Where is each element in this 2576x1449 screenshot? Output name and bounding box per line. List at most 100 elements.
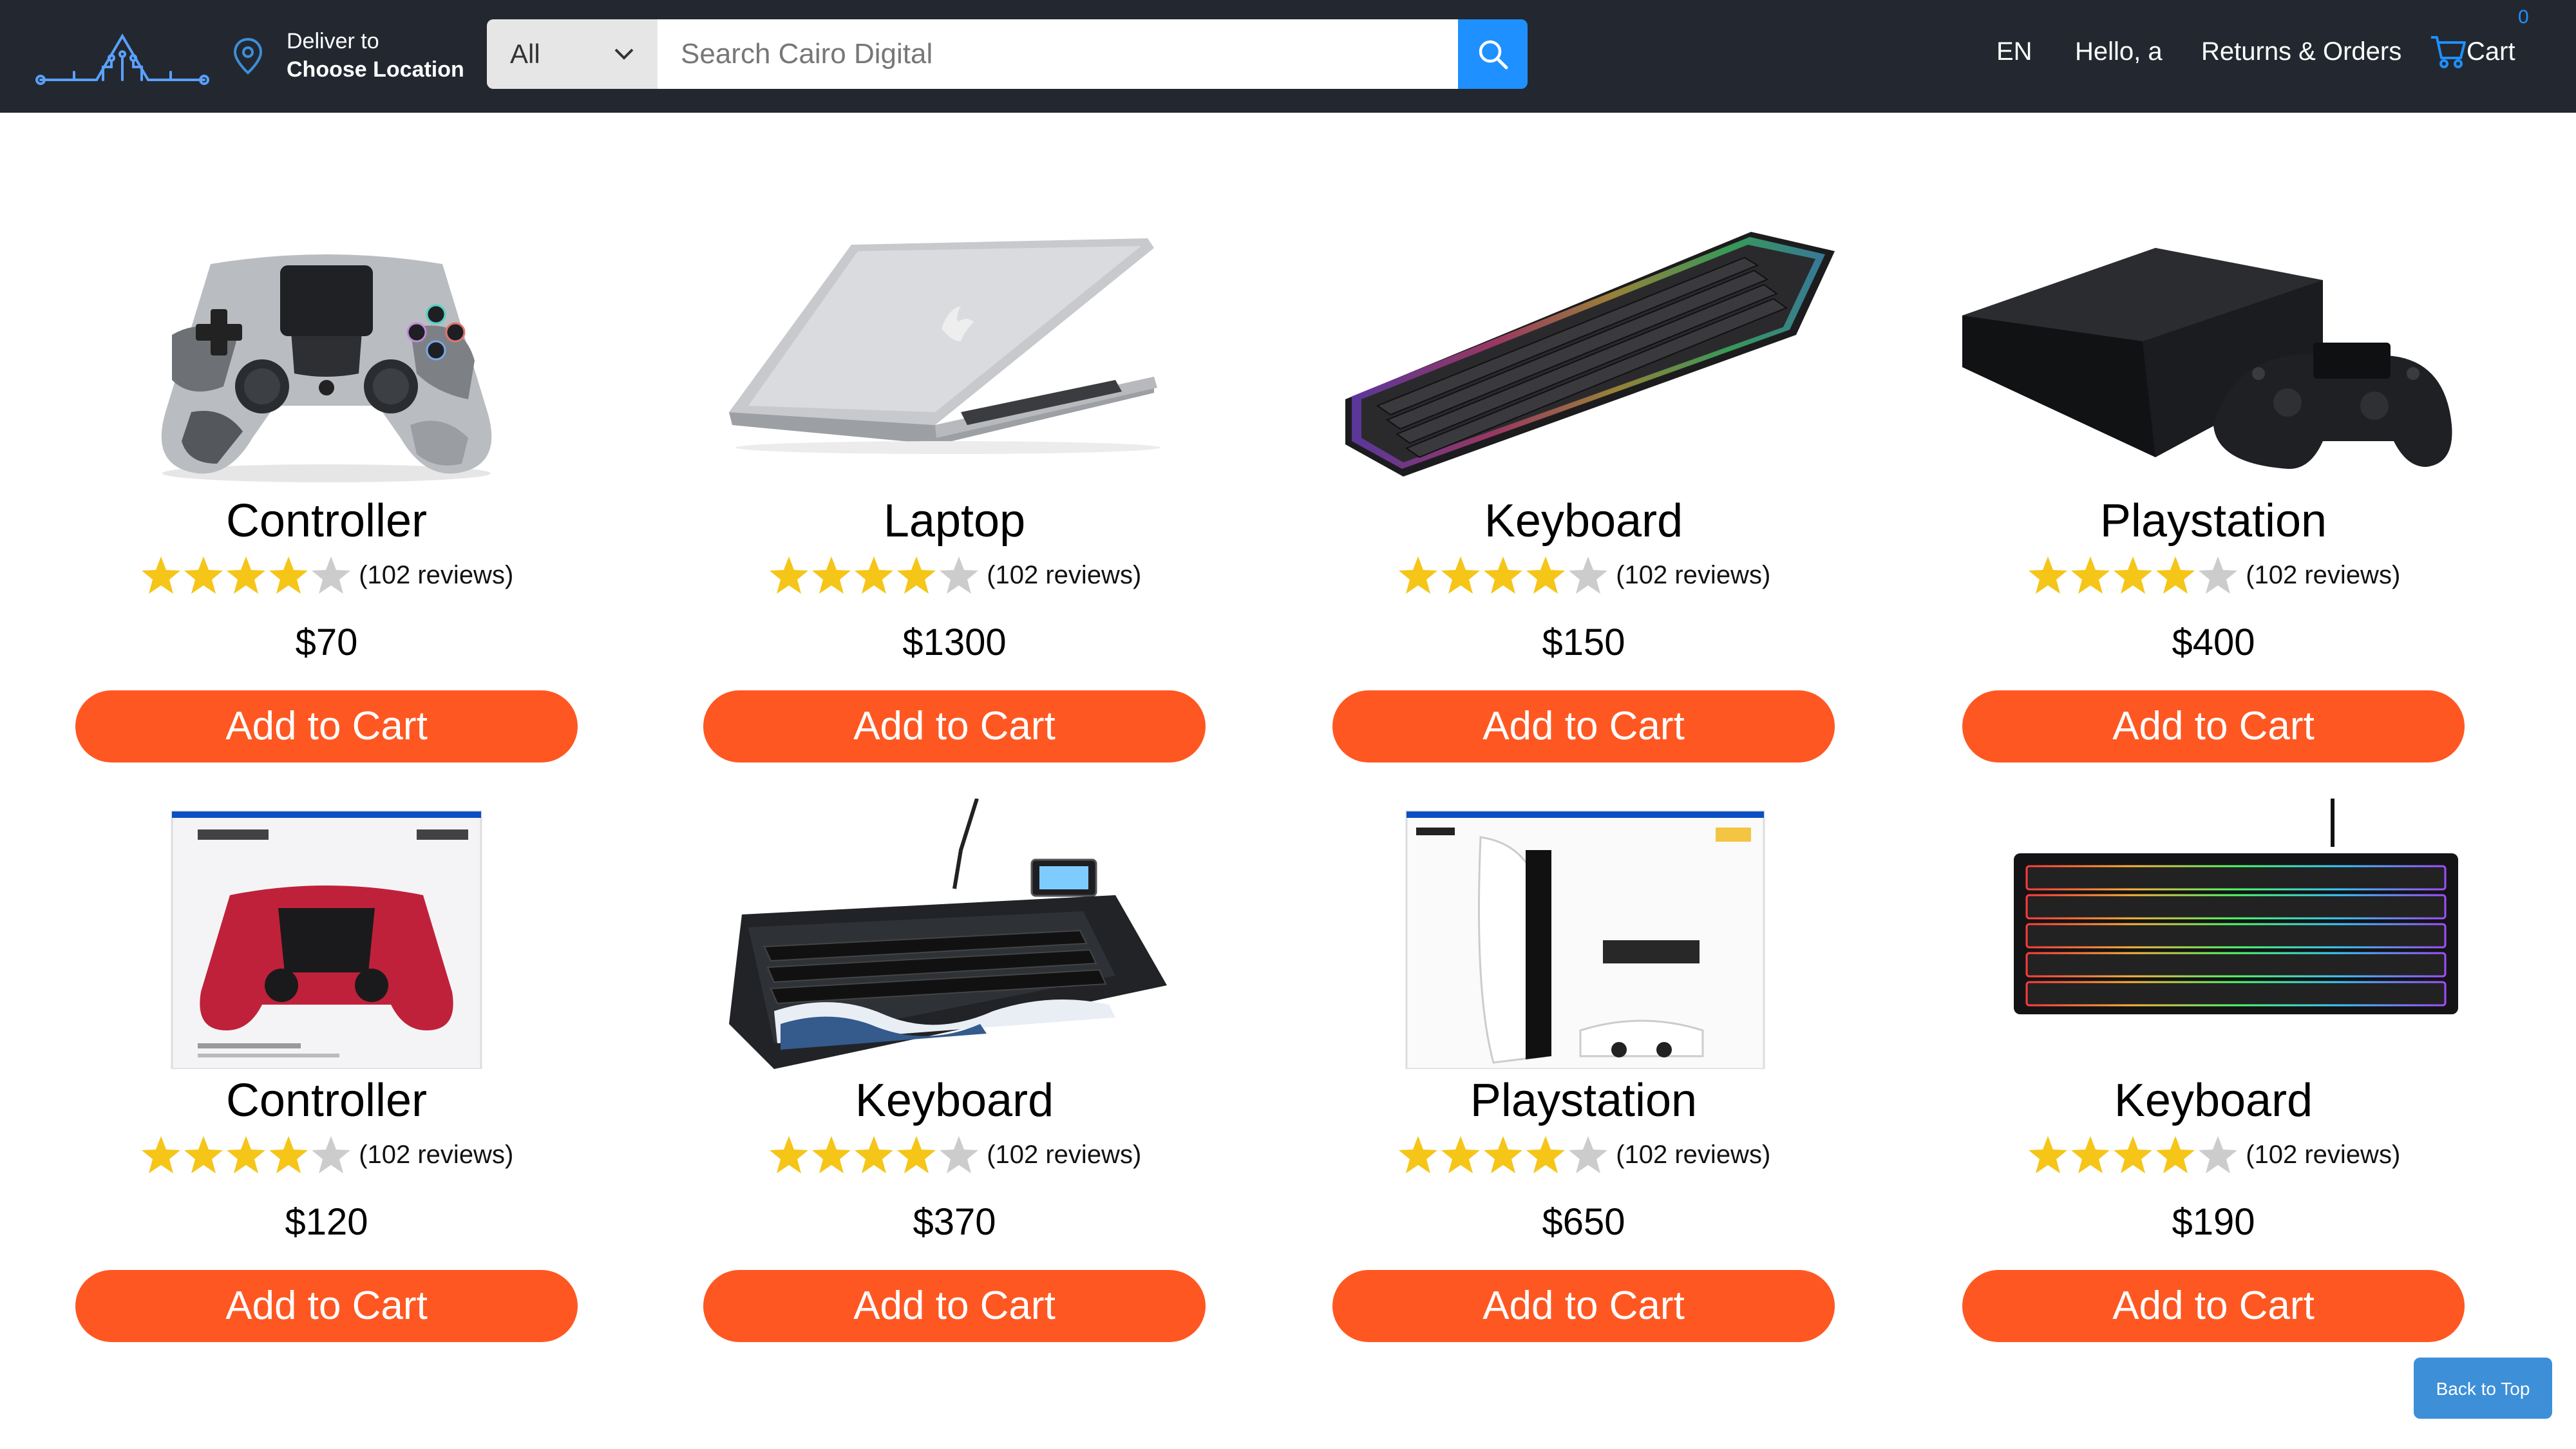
language-selector[interactable]: EN <box>1996 37 2032 66</box>
tkl-keyboard-image[interactable] <box>1962 799 2465 1069</box>
star-filled-icon <box>854 556 893 594</box>
search-icon <box>1479 40 1508 70</box>
product-price: $400 <box>2172 621 2255 663</box>
deliver-to-label: Deliver to <box>287 29 379 53</box>
product-card: Laptop (102 reviews) $1300 Add to Cart <box>703 219 1206 837</box>
star-filled-icon <box>2070 556 2110 594</box>
star-filled-icon <box>184 1136 223 1173</box>
product-rating: (102 reviews) <box>75 553 578 598</box>
star-rating <box>2027 1132 2239 1177</box>
search-input[interactable] <box>658 19 1458 89</box>
star-filled-icon <box>269 556 308 594</box>
product-title[interactable]: Keyboard <box>1332 495 1835 547</box>
product-card: Playstation (102 reviews) $400 Add to Ca… <box>1962 219 2465 837</box>
star-rating <box>768 1132 980 1177</box>
star-rating <box>1397 553 1609 598</box>
star-filled-icon <box>1441 1136 1480 1173</box>
product-title[interactable]: Laptop <box>703 495 1206 547</box>
dualsense-box-image[interactable] <box>75 799 578 1069</box>
star-filled-icon <box>811 556 851 594</box>
star-filled-icon <box>811 1136 851 1173</box>
star-filled-icon <box>1483 1136 1522 1173</box>
product-rating: (102 reviews) <box>1332 1132 1835 1177</box>
category-dropdown[interactable]: All <box>487 19 658 89</box>
add-to-cart-button[interactable]: Add to Cart <box>703 690 1206 762</box>
star-filled-icon <box>1441 556 1480 594</box>
laptop-image[interactable] <box>703 219 1206 489</box>
product-rating: (102 reviews) <box>1962 1132 2465 1177</box>
star-filled-icon <box>2028 556 2067 594</box>
star-filled-icon <box>269 1136 308 1173</box>
star-filled-icon <box>226 1136 265 1173</box>
product-price: $150 <box>1542 621 1625 663</box>
star-empty-icon <box>1568 556 1607 594</box>
add-to-cart-button[interactable]: Add to Cart <box>1962 690 2465 762</box>
add-to-cart-button[interactable]: Add to Cart <box>703 1270 1206 1342</box>
product-rating: (102 reviews) <box>1332 553 1835 598</box>
top-navbar: Deliver to Choose Location All EN Hello,… <box>0 0 2576 113</box>
cart-icon <box>2431 36 2466 68</box>
wave-keyboard-image[interactable] <box>703 799 1206 1069</box>
star-filled-icon <box>1398 556 1437 594</box>
product-title[interactable]: Controller <box>75 495 578 547</box>
star-filled-icon <box>2113 556 2152 594</box>
returns-orders-link[interactable]: Returns & Orders <box>2201 37 2401 66</box>
product-title[interactable]: Playstation <box>1962 495 2465 547</box>
product-rating: (102 reviews) <box>75 1132 578 1177</box>
product-card: Keyboard (102 reviews) $150 Add to Cart <box>1332 219 1835 837</box>
review-count[interactable]: (102 reviews) <box>2246 561 2400 590</box>
back-to-top-button[interactable]: Back to Top <box>2414 1358 2552 1419</box>
star-rating <box>1397 1132 1609 1177</box>
star-rating <box>140 1132 352 1177</box>
review-count[interactable]: (102 reviews) <box>359 561 513 590</box>
product-price: $370 <box>913 1201 996 1243</box>
product-card: Keyboard (102 reviews) $190 Add to Cart <box>1962 799 2465 1417</box>
star-filled-icon <box>1398 1136 1437 1173</box>
star-filled-icon <box>896 556 936 594</box>
account-greeting[interactable]: Hello, a <box>2075 37 2163 66</box>
star-filled-icon <box>1483 556 1522 594</box>
review-count[interactable]: (102 reviews) <box>987 1141 1141 1170</box>
product-title[interactable]: Playstation <box>1332 1074 1835 1127</box>
star-empty-icon <box>311 556 350 594</box>
star-filled-icon <box>141 556 180 594</box>
location-pin-icon <box>233 37 263 75</box>
product-rating: (102 reviews) <box>703 1132 1206 1177</box>
review-count[interactable]: (102 reviews) <box>1616 561 1770 590</box>
product-title[interactable]: Keyboard <box>703 1074 1206 1127</box>
star-filled-icon <box>2028 1136 2067 1173</box>
star-filled-icon <box>2155 1136 2195 1173</box>
product-card: Keyboard (102 reviews) $370 Add to Cart <box>703 799 1206 1417</box>
review-count[interactable]: (102 reviews) <box>1616 1141 1770 1170</box>
star-empty-icon <box>2198 1136 2237 1173</box>
review-count[interactable]: (102 reviews) <box>2246 1141 2400 1170</box>
circuit-logo-icon[interactable] <box>35 24 209 89</box>
star-filled-icon <box>141 1136 180 1173</box>
product-title[interactable]: Controller <box>75 1074 578 1127</box>
add-to-cart-button[interactable]: Add to Cart <box>1332 690 1835 762</box>
star-filled-icon <box>1526 1136 1565 1173</box>
review-count[interactable]: (102 reviews) <box>359 1141 513 1170</box>
search-button[interactable] <box>1458 19 1528 89</box>
add-to-cart-button[interactable]: Add to Cart <box>1332 1270 1835 1342</box>
star-filled-icon <box>769 1136 808 1173</box>
product-card: Controller (102 reviews) $70 Add to Cart <box>75 219 578 837</box>
product-rating: (102 reviews) <box>1962 553 2465 598</box>
add-to-cart-button[interactable]: Add to Cart <box>75 1270 578 1342</box>
ps4-console-image[interactable] <box>1962 219 2465 489</box>
add-to-cart-button[interactable]: Add to Cart <box>75 690 578 762</box>
add-to-cart-button[interactable]: Add to Cart <box>1962 1270 2465 1342</box>
star-filled-icon <box>896 1136 936 1173</box>
review-count[interactable]: (102 reviews) <box>987 561 1141 590</box>
product-price: $650 <box>1542 1201 1625 1243</box>
cart-button[interactable]: Cart <box>2430 32 2526 77</box>
star-filled-icon <box>2113 1136 2152 1173</box>
star-rating <box>2027 553 2239 598</box>
camo-controller-image[interactable] <box>75 219 578 489</box>
ps5-box-image[interactable] <box>1332 799 1835 1069</box>
rgb-keyboard-image[interactable] <box>1332 219 1835 489</box>
cart-count-badge: 0 <box>2518 6 2529 28</box>
product-title[interactable]: Keyboard <box>1962 1074 2465 1127</box>
star-empty-icon <box>311 1136 350 1173</box>
choose-location-label: Choose Location <box>287 57 464 82</box>
